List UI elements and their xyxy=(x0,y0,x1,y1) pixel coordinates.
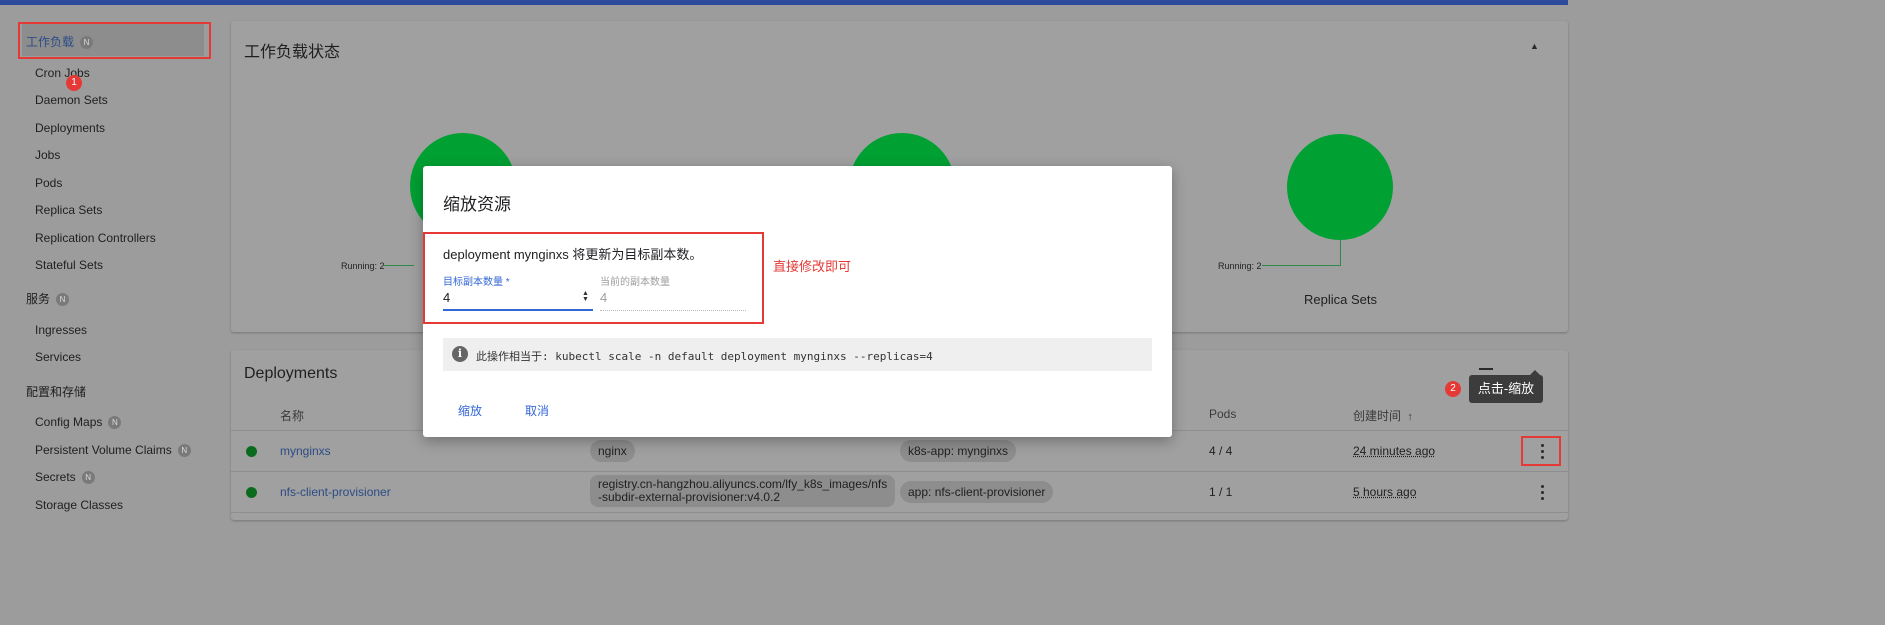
sidebar-item-cron-jobs[interactable]: Cron Jobs xyxy=(35,66,90,80)
column-header-label: 创建时间 xyxy=(1353,409,1402,423)
more-actions-icon[interactable] xyxy=(1541,485,1545,503)
image-chip: nginx xyxy=(590,440,635,462)
leader-line xyxy=(1262,265,1340,266)
row-divider xyxy=(231,471,1568,472)
cancel-button[interactable]: 取消 xyxy=(525,402,549,419)
chart-caption: Replica Sets xyxy=(1304,292,1377,307)
info-icon: i xyxy=(452,346,468,362)
pods-count: 4 / 4 xyxy=(1209,444,1233,458)
column-header-created[interactable]: 创建时间 ↑ xyxy=(1353,407,1413,424)
label-chip: app: nfs-client-provisioner xyxy=(900,481,1054,503)
filter-icon[interactable] xyxy=(1479,368,1493,373)
annotation-marker-2: 2 xyxy=(1445,381,1461,397)
sidebar-item-replica-sets[interactable]: Replica Sets xyxy=(35,203,102,217)
image-chip: registry.cn-hangzhou.aliyuncs.com/lfy_k8… xyxy=(590,475,896,507)
kubectl-info-bar: i 此操作相当于: kubectl scale -n default deplo… xyxy=(443,338,1152,371)
sidebar-item-label: Secrets xyxy=(35,470,76,484)
sidebar-item-services[interactable]: Services xyxy=(35,350,81,364)
column-header-pods: Pods xyxy=(1209,407,1237,421)
sidebar-item-config-maps[interactable]: Config Maps N xyxy=(35,415,122,429)
status-chart-circle xyxy=(1287,134,1393,240)
annotation-box-workloads xyxy=(18,22,211,59)
annotation-box-replicas xyxy=(423,232,764,324)
dialog-title: 缩放资源 xyxy=(443,195,511,214)
running-label: Running: 2 xyxy=(1218,261,1262,271)
collapse-chevron-icon[interactable]: ▲ xyxy=(1530,41,1539,51)
sidebar-item-persistent-volume-claims[interactable]: Persistent Volume Claims N xyxy=(35,443,191,457)
scale-tooltip: 点击-缩放 xyxy=(1469,375,1543,403)
running-label: Running: 2 xyxy=(341,261,385,271)
leader-line xyxy=(1340,240,1341,266)
card-title: Deployments xyxy=(244,365,338,382)
new-badge: N xyxy=(108,416,122,429)
kubectl-command-text: 此操作相当于: kubectl scale -n default deploym… xyxy=(476,350,933,363)
leader-line xyxy=(384,265,414,266)
sidebar-item-storage-classes[interactable]: Storage Classes xyxy=(35,498,123,512)
sidebar-item-label: Config Maps xyxy=(35,415,103,429)
sidebar-item-label: Persistent Volume Claims xyxy=(35,443,172,457)
new-badge: N xyxy=(177,444,191,457)
new-badge: N xyxy=(81,471,95,484)
nav-section-config-storage[interactable]: 配置和存储 xyxy=(26,383,86,400)
card-title: 工作负载状态 xyxy=(244,44,341,61)
status-ok-icon xyxy=(246,446,257,457)
top-bar xyxy=(0,0,1568,5)
image-chip-line: -subdir-external-provisioner:v4.0.2 xyxy=(598,490,781,504)
nav-section-label: 服务 xyxy=(26,292,51,306)
row-divider xyxy=(231,512,1568,513)
deployment-name-link[interactable]: nfs-client-provisioner xyxy=(280,485,391,499)
sort-arrow-up-icon: ↑ xyxy=(1407,411,1413,423)
sidebar-item-ingresses[interactable]: Ingresses xyxy=(35,323,87,337)
sidebar-item-daemon-sets[interactable]: Daemon Sets xyxy=(35,93,108,107)
scale-button[interactable]: 缩放 xyxy=(458,402,482,419)
new-badge: N xyxy=(56,293,70,306)
label-chip: k8s-app: mynginxs xyxy=(900,440,1017,462)
pods-count: 1 / 1 xyxy=(1209,485,1233,499)
sidebar-item-jobs[interactable]: Jobs xyxy=(35,148,60,162)
sidebar-item-secrets[interactable]: Secrets N xyxy=(35,470,95,484)
sidebar-item-deployments[interactable]: Deployments xyxy=(35,121,105,135)
deployment-name-link[interactable]: mynginxs xyxy=(280,444,331,458)
column-header-name[interactable]: 名称 xyxy=(280,407,304,424)
sidebar-item-replication-controllers[interactable]: Replication Controllers xyxy=(35,231,156,245)
created-time: 24 minutes ago xyxy=(1353,444,1436,458)
annotation-box-actions xyxy=(1521,436,1561,466)
annotation-marker-1: 1 xyxy=(66,75,82,91)
sidebar-item-pods[interactable]: Pods xyxy=(35,176,62,190)
sidebar-item-stateful-sets[interactable]: Stateful Sets xyxy=(35,258,103,272)
status-ok-icon xyxy=(246,487,257,498)
annotation-direct-edit: 直接修改即可 xyxy=(773,259,852,274)
created-time: 5 hours ago xyxy=(1353,485,1417,499)
nav-section-service[interactable]: 服务 N xyxy=(26,290,70,307)
